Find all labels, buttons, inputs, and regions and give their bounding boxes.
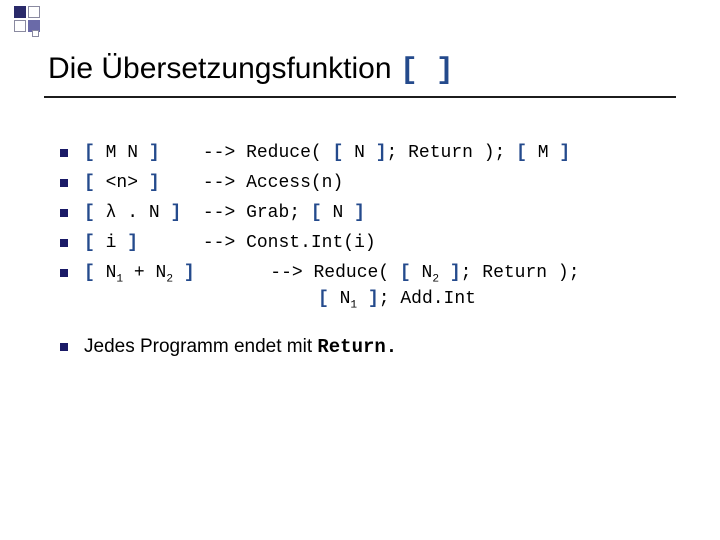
bracket-close: ] <box>149 143 160 163</box>
content-area: [ M N ] --> Reduce( [ N ]; Return ); [ M… <box>60 140 672 364</box>
slide-title: Die Übersetzungsfunktion [ ] <box>48 52 454 88</box>
title-underline <box>44 96 676 98</box>
rule-4: [ i ] --> Const.Int(i) <box>60 230 672 256</box>
title-text: Die Übersetzungsfunktion <box>48 52 400 85</box>
slide: Die Übersetzungsfunktion [ ] [ M N ] -->… <box>0 0 720 540</box>
footer-note: Jedes Programm endet mit Return. <box>60 334 672 360</box>
rule-2: [ <n> ] --> Access(n) <box>60 170 672 196</box>
rule-1: [ M N ] --> Reduce( [ N ]; Return ); [ M… <box>60 140 672 166</box>
rule-5: [ N1 + N2 ] --> Reduce( [ N2 ]; Return )… <box>60 260 672 312</box>
title-bracket-symbol: [ ] <box>400 54 454 88</box>
rule-5-continuation: [ N1 ]; Add.Int <box>84 286 672 312</box>
rule-list: [ M N ] --> Reduce( [ N ]; Return ); [ M… <box>60 140 672 360</box>
rule-3: [ λ . N ] --> Grab; [ N ] <box>60 200 672 226</box>
corner-decoration <box>14 6 40 37</box>
bracket-open: [ <box>84 143 95 163</box>
